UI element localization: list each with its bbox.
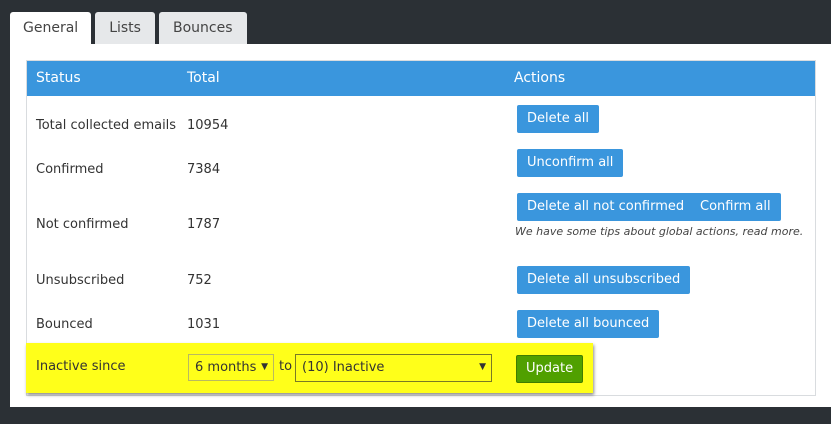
delete-all-unsubscribed-button[interactable]: Delete all unsubscribed	[517, 266, 691, 294]
tab-general[interactable]: General	[10, 12, 92, 45]
delete-all-button[interactable]: Delete all	[517, 105, 600, 133]
chevron-down-icon: ▼	[479, 362, 486, 372]
status-label: Not confirmed	[36, 217, 129, 232]
header-actions: Actions	[514, 70, 566, 86]
subscriber-status-table: Status Total Actions Total collected ema…	[26, 60, 816, 396]
to-label: to	[279, 359, 293, 374]
inactive-status-value: (10) Inactive	[302, 360, 385, 375]
tab-bar: General Lists Bounces	[10, 12, 251, 45]
delete-all-not-confirmed-button[interactable]: Delete all not confirmed	[517, 193, 695, 221]
header-total: Total	[187, 70, 220, 86]
table-row: Total collected emails 10954 Delete all	[27, 105, 815, 145]
total-value: 1031	[187, 317, 221, 332]
tab-lists[interactable]: Lists	[95, 12, 155, 44]
total-value: 752	[187, 273, 212, 288]
table-row: Confirmed 7384 Unconfirm all	[27, 149, 815, 189]
unconfirm-all-button[interactable]: Unconfirm all	[517, 149, 624, 177]
chevron-down-icon: ▼	[261, 362, 268, 372]
table-header: Status Total Actions	[27, 61, 815, 96]
header-status: Status	[36, 70, 81, 86]
total-value: 1787	[187, 217, 221, 232]
inactive-period-value: 6 months	[195, 360, 257, 375]
tab-bounces[interactable]: Bounces	[158, 12, 247, 44]
inactive-status-select[interactable]: (10) Inactive ▼	[295, 354, 492, 382]
status-label: Unsubscribed	[36, 273, 125, 288]
delete-all-bounced-button[interactable]: Delete all bounced	[517, 310, 660, 338]
confirm-all-button[interactable]: Confirm all	[690, 193, 781, 221]
global-actions-tip-link[interactable]: We have some tips about global actions, …	[515, 225, 803, 238]
status-label: Confirmed	[36, 162, 104, 177]
total-value: 10954	[187, 118, 229, 133]
general-panel: Status Total Actions Total collected ema…	[10, 44, 831, 407]
table-row: Not confirmed 1787 Delete all not confir…	[27, 193, 815, 253]
update-button[interactable]: Update	[516, 355, 584, 383]
table-row: Unsubscribed 752 Delete all unsubscribed	[27, 266, 815, 306]
total-value: 7384	[187, 162, 221, 177]
status-label: Bounced	[36, 317, 93, 332]
status-label: Total collected emails	[36, 118, 177, 133]
inactive-period-select[interactable]: 6 months ▼	[188, 354, 274, 381]
inactive-since-row: Inactive since 6 months ▼ to (10) Inacti…	[26, 343, 593, 393]
inactive-since-label: Inactive since	[36, 359, 126, 374]
